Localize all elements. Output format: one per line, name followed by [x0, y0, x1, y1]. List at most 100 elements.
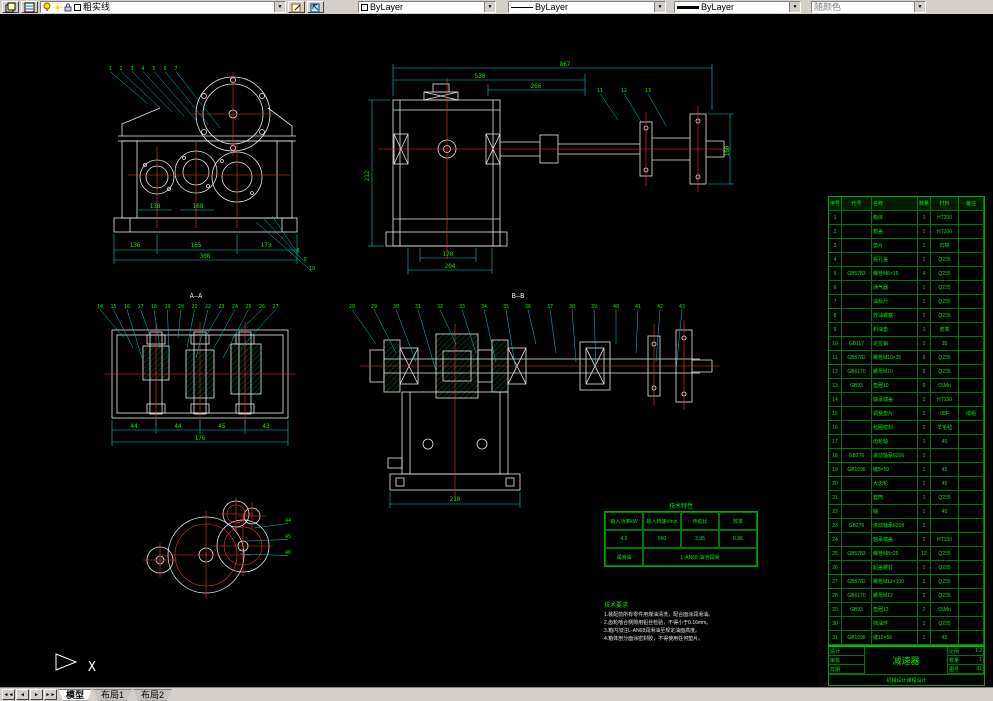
view-section-bb[interactable] [369, 329, 713, 491]
parts-table-row[interactable]: 6 通气器 1 Q235 [829, 281, 984, 295]
parts-cell: 垫片 [872, 239, 918, 252]
dim-text[interactable]: 218 [450, 496, 461, 503]
dim-text[interactable]: 173 [261, 242, 272, 249]
parts-table-row[interactable]: 2 箱盖 1 HT200 [829, 225, 984, 239]
view-section-bb-centerlines[interactable] [360, 320, 720, 500]
linetype-combo-arrow[interactable]: ▼ [654, 2, 665, 12]
parts-table-row[interactable]: 10 GB117 定位销 2 35 [829, 337, 984, 351]
tech-table[interactable]: 输入功率kW 输入转速r/min 传动比 效率 4.0 960 3.95 0.96 润滑油 L-A… [604, 511, 758, 567]
dim-text[interactable]: 43 [262, 423, 270, 430]
parts-cell [959, 547, 984, 560]
parts-table-row[interactable]: 31 GB1096 键10×56 1 45 [829, 631, 984, 645]
layer-combo-arrow[interactable]: ▼ [274, 2, 285, 12]
layer-on-bulb-icon[interactable] [43, 2, 51, 12]
view-side[interactable] [385, 83, 725, 247]
view-gear-schematic[interactable] [146, 500, 270, 594]
dim-text[interactable]: 168 [193, 203, 204, 210]
dimension-texts[interactable]: 867 530 266 212 160 170 204 136 165 173 … [130, 61, 731, 503]
color-combo[interactable]: ByLayer ▼ [358, 1, 496, 13]
parts-list-table[interactable]: 序号 代号 名称 数量 材料 备注 1 箱体 1 HT200 2 箱盖 1 HT200 3 垫片 1 石棉 4 视孔… [828, 196, 985, 686]
dim-text[interactable]: 266 [531, 83, 542, 90]
tab-model[interactable]: 模型 [58, 689, 92, 701]
parts-cell [959, 379, 984, 392]
dim-text[interactable]: 212 [364, 170, 371, 181]
parts-cell: 29 [829, 603, 842, 616]
tab-nav-prev-button[interactable]: ◄ [16, 689, 29, 700]
tab-layout2[interactable]: 布局2 [133, 689, 172, 701]
make-object-layer-current-button[interactable] [288, 1, 305, 13]
parts-table-row[interactable]: 11 GB5782 螺栓M10×35 6 Q235 [829, 351, 984, 365]
parts-table-row[interactable]: 24 轴承端盖 2 HT150 [829, 533, 984, 547]
layers-dialog-button[interactable] [2, 1, 19, 13]
dim-text[interactable]: 204 [445, 263, 456, 270]
view-front[interactable] [113, 76, 298, 233]
color-combo-arrow[interactable]: ▼ [484, 2, 495, 12]
parts-table-row[interactable]: 15 调整垫片 2 08F 成组 [829, 407, 984, 421]
layer-states-button[interactable] [21, 1, 38, 13]
parts-cell [959, 617, 984, 630]
parts-table-row[interactable]: 23 GB276 滚动轴承6208 2 [829, 519, 984, 533]
dim-text[interactable]: 138 [150, 203, 161, 210]
dim-text[interactable]: 530 [475, 73, 486, 80]
parts-cell: Q235 [931, 617, 959, 630]
parts-table-row[interactable]: 5 GB5783 螺栓M6×16 4 Q235 [829, 267, 984, 281]
parts-table-row[interactable]: 3 垫片 1 石棉 [829, 239, 984, 253]
layer-combo[interactable]: 粗实线 ▼ [40, 1, 286, 13]
dim-text[interactable]: 160 [724, 145, 731, 156]
dim-text[interactable]: 170 [443, 251, 454, 258]
parts-table-row[interactable]: 8 放油螺塞 1 Q235 [829, 309, 984, 323]
parts-table-row[interactable]: 19 GB1096 键8×50 1 45 [829, 463, 984, 477]
parts-table-row[interactable]: 13 GB93 垫圈10 6 65Mn [829, 379, 984, 393]
parts-table-row[interactable]: 29 GB93 垫圈12 2 65Mn [829, 603, 984, 617]
parts-cell: 滚动轴承6208 [872, 519, 918, 532]
dim-text[interactable]: 45 [218, 423, 226, 430]
parts-table-row[interactable]: 12 GB6170 螺母M10 6 Q235 [829, 365, 984, 379]
parts-cell [959, 309, 984, 322]
parts-table-row[interactable]: 17 齿轮轴 1 45 [829, 435, 984, 449]
svg-text:10: 10 [309, 266, 315, 272]
drawing-canvas[interactable]: 867 530 266 212 160 170 204 136 165 173 … [0, 14, 993, 687]
view-section-aa-centerlines[interactable] [104, 322, 296, 426]
tab-layout1[interactable]: 布局1 [93, 689, 132, 701]
tab-nav-first-button[interactable]: ◄◄ [2, 689, 15, 700]
tab-nav-last-button[interactable]: ►► [44, 689, 57, 700]
dim-text[interactable]: 136 [130, 242, 141, 249]
parts-cell: 放油螺塞 [872, 309, 918, 322]
parts-table-row[interactable]: 28 GB6170 螺母M12 2 Q235 [829, 589, 984, 603]
parts-table-row[interactable]: 14 轴承端盖 2 HT150 [829, 393, 984, 407]
parts-table-row[interactable]: 20 大齿轮 1 45 [829, 477, 984, 491]
parts-table-row[interactable]: 1 箱体 1 HT200 [829, 211, 984, 225]
parts-cell: Q235 [931, 309, 959, 322]
parts-table-row[interactable]: 27 GB5782 螺栓M12×100 2 Q235 [829, 575, 984, 589]
dim-text[interactable]: 176 [195, 435, 206, 442]
dim-text[interactable]: 44 [130, 423, 138, 430]
layer-thaw-sun-icon[interactable] [53, 2, 62, 12]
parts-cell: 1 [918, 323, 931, 336]
dim-text[interactable]: 308 [200, 253, 211, 260]
parts-table-row[interactable]: 21 套筒 1 Q235 [829, 491, 984, 505]
parts-table-row[interactable]: 18 GB276 滚动轴承6206 2 [829, 449, 984, 463]
parts-table-row[interactable]: 4 视孔盖 1 Q235 [829, 253, 984, 267]
parts-table-row[interactable]: 9 封油垫 1 皮革 [829, 323, 984, 337]
dim-text[interactable]: 44 [174, 423, 182, 430]
layer-previous-button[interactable] [307, 1, 324, 13]
dim-text[interactable]: 867 [560, 61, 571, 68]
parts-cell: 螺母M12 [872, 589, 918, 602]
svg-text:22: 22 [205, 304, 211, 310]
layer-unlock-icon[interactable] [64, 3, 72, 12]
parts-table-row[interactable]: 25 GB5783 螺栓M8×25 12 Q235 [829, 547, 984, 561]
parts-table-row[interactable]: 22 轴 1 45 [829, 505, 984, 519]
qty-value: 1 [979, 657, 982, 663]
parts-table-row[interactable]: 7 油标尺 1 Q235 [829, 295, 984, 309]
balloon-leaders[interactable]: 1 2 3 4 5 6 7891011 12 1314 15 16 17 18 19 20 21 22 23 24 2… [97, 66, 685, 556]
tech-note-line: 2.齿轮啮合侧隙用铅丝检验，不得小于0.16mm。 [604, 620, 712, 626]
dim-text[interactable]: 165 [191, 242, 202, 249]
parts-table-row[interactable]: 26 起盖螺钉 1 Q235 [829, 561, 984, 575]
lineweight-combo[interactable]: ByLayer ▼ [674, 1, 801, 13]
tab-nav-next-button[interactable]: ► [30, 689, 43, 700]
linetype-combo[interactable]: ByLayer ▼ [508, 1, 666, 13]
parts-cell: GB1096 [842, 463, 872, 476]
parts-table-row[interactable]: 30 挡油环 2 Q235 [829, 617, 984, 631]
lineweight-combo-arrow[interactable]: ▼ [789, 2, 800, 12]
parts-table-row[interactable]: 16 毡圈密封 2 羊毛毡 [829, 421, 984, 435]
